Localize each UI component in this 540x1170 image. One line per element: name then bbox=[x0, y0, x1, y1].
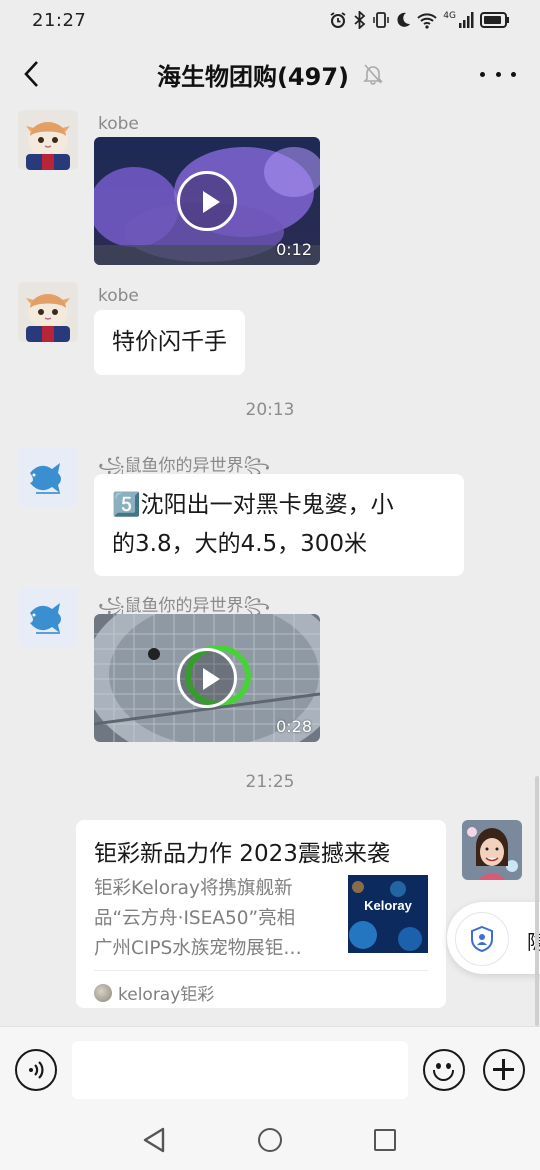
avatar-shuyu[interactable] bbox=[18, 447, 78, 507]
vibrate-icon bbox=[373, 12, 390, 28]
fish-logo-avatar-image bbox=[18, 447, 78, 507]
message-text-line: 的3.8，大的4.5，300米 bbox=[112, 531, 368, 557]
alarm-icon bbox=[330, 12, 346, 28]
video-message[interactable]: 0:28 bbox=[94, 614, 320, 742]
status-icons: 4G bbox=[329, 11, 510, 29]
avatar-kobe[interactable] bbox=[18, 110, 78, 170]
message-timestamp: 20:13 bbox=[245, 400, 295, 420]
card-divider bbox=[94, 970, 428, 971]
nav-back-icon[interactable] bbox=[142, 1127, 166, 1153]
nav-recents-icon[interactable] bbox=[374, 1129, 396, 1151]
privacy-shield-button[interactable] bbox=[455, 912, 509, 966]
chat-header: 海生物团购(497) bbox=[0, 40, 540, 108]
link-card-message[interactable]: 钜彩新品力作 2023震撼来袭 钜彩Keloray将携旗舰新 品“云方舟·ISE… bbox=[76, 820, 446, 1008]
dot bbox=[511, 71, 516, 77]
text-message[interactable]: 5️⃣沈阳出一对黑卡鬼婆，小 的3.8，大的4.5，300米 bbox=[94, 474, 464, 576]
message-input[interactable] bbox=[72, 1041, 408, 1099]
scrollbar-thumb[interactable] bbox=[535, 776, 539, 1026]
shield-user-icon bbox=[471, 925, 493, 953]
card-source: keloray钜彩 bbox=[94, 980, 214, 1005]
signal-icon bbox=[459, 12, 474, 28]
card-source-name: keloray钜彩 bbox=[118, 985, 215, 1005]
emoji-button[interactable] bbox=[423, 1049, 465, 1091]
status-bar: 21:27 4G bbox=[0, 0, 540, 40]
card-description: 钜彩Keloray将携旗舰新 品“云方舟·ISEA50”亮相 广州CIPS水族宠… bbox=[94, 874, 334, 964]
voice-icon bbox=[29, 1061, 44, 1079]
more-options-button[interactable] bbox=[480, 62, 516, 86]
bluetooth-icon bbox=[354, 11, 366, 29]
message-timestamp: 21:25 bbox=[245, 772, 295, 792]
sender-name: kobe bbox=[98, 286, 139, 306]
privacy-floating-button[interactable]: 隐 bbox=[447, 902, 540, 974]
card-desc-line: 广州CIPS水族宠物展钜… bbox=[94, 938, 302, 959]
system-nav-bar bbox=[0, 1110, 540, 1170]
more-functions-button[interactable] bbox=[483, 1049, 525, 1091]
sender-name: kobe bbox=[98, 114, 139, 134]
input-bar bbox=[0, 1026, 540, 1110]
chat-title[interactable]: 海生物团购(497) bbox=[157, 57, 349, 92]
wifi-icon bbox=[417, 13, 437, 29]
emoji-icon-eye bbox=[446, 1063, 451, 1069]
video-duration: 0:12 bbox=[276, 240, 312, 259]
video-message[interactable]: 0:12 bbox=[94, 137, 320, 265]
dot bbox=[495, 71, 501, 77]
cat-avatar-image bbox=[18, 110, 78, 170]
card-title: 钜彩新品力作 2023震撼来袭 bbox=[94, 841, 390, 867]
text-message[interactable]: 特价闪千手 bbox=[94, 310, 245, 375]
bell-muted-icon bbox=[363, 64, 383, 85]
source-avatar-icon bbox=[94, 983, 112, 1002]
thumb-brand-text: Keloray bbox=[364, 898, 412, 913]
cat-avatar-image bbox=[18, 282, 78, 342]
message-text: 特价闪千手 bbox=[112, 329, 227, 355]
card-desc-line: 钜彩Keloray将携旗舰新 bbox=[94, 878, 293, 899]
avatar-kobe[interactable] bbox=[18, 282, 78, 342]
status-time: 21:27 bbox=[32, 9, 87, 31]
avatar-self[interactable] bbox=[462, 820, 522, 880]
child-avatar-image bbox=[462, 820, 522, 880]
chevron-left-icon bbox=[24, 61, 38, 87]
card-thumbnail: Keloray bbox=[348, 875, 428, 953]
video-duration: 0:28 bbox=[276, 717, 312, 736]
play-icon[interactable] bbox=[177, 171, 237, 231]
avatar-shuyu[interactable] bbox=[18, 587, 78, 647]
emoji-icon-eye bbox=[436, 1063, 441, 1069]
keloray-thumbnail-image: Keloray bbox=[348, 875, 428, 953]
nav-home-icon[interactable] bbox=[258, 1128, 282, 1152]
emoji-icon-mouth bbox=[433, 1070, 454, 1081]
card-desc-line: 品“云方舟·ISEA50”亮相 bbox=[94, 908, 296, 929]
voice-input-button[interactable] bbox=[15, 1049, 57, 1091]
fish-logo-avatar-image bbox=[18, 587, 78, 647]
network-type: 4G bbox=[443, 11, 456, 21]
moon-icon bbox=[397, 12, 411, 27]
play-icon[interactable] bbox=[177, 648, 237, 708]
back-button[interactable] bbox=[16, 56, 46, 92]
dot bbox=[480, 71, 485, 77]
message-text-line: 5️⃣沈阳出一对黑卡鬼婆，小 bbox=[112, 492, 394, 518]
battery-icon bbox=[480, 12, 509, 28]
